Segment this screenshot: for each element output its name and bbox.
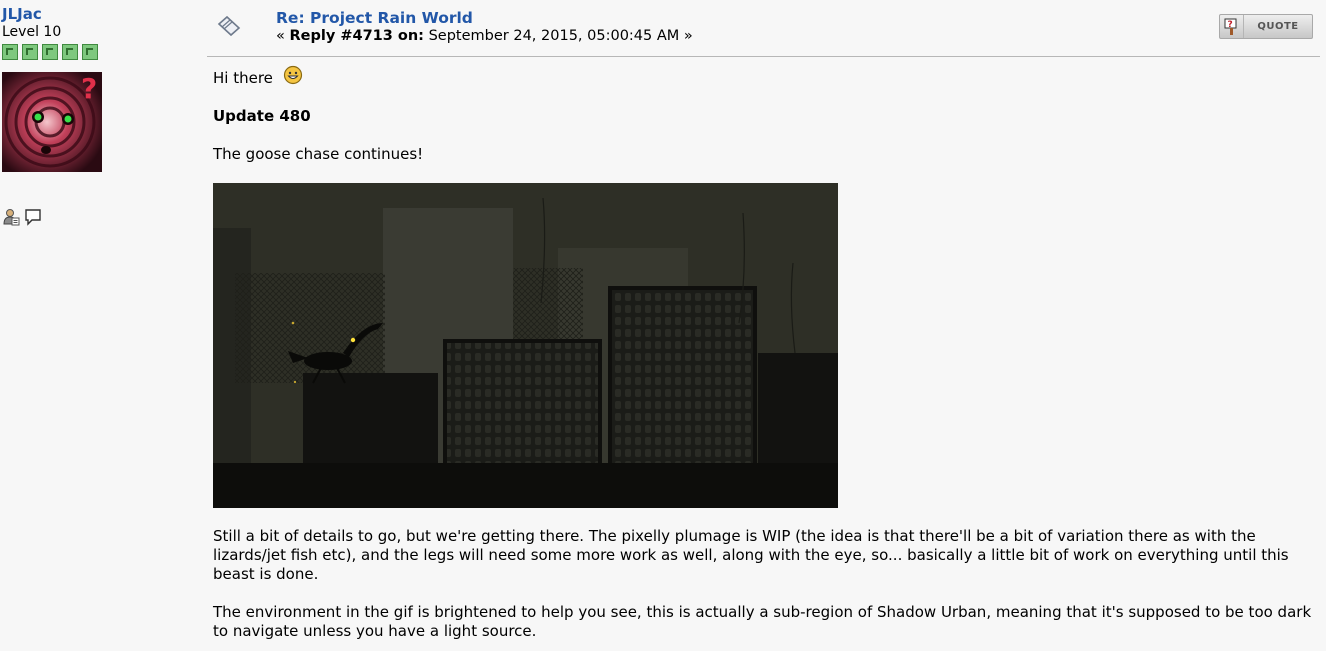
star-icon <box>62 44 78 60</box>
post-icon <box>217 15 241 37</box>
intro-text: The goose chase continues! <box>213 145 424 163</box>
rank-stars <box>2 44 192 60</box>
update-heading: Update 480 <box>213 107 311 125</box>
author-panel: JLJac Level 10 ? <box>2 6 192 226</box>
author-name-link[interactable]: JLJac <box>2 6 192 23</box>
meta-close-quote: » <box>683 28 693 44</box>
star-icon <box>2 44 18 60</box>
greeting-line: Hi there <box>213 65 303 88</box>
star-icon <box>42 44 58 60</box>
star-icon <box>82 44 98 60</box>
smiley-icon <box>283 65 303 84</box>
game-gif-image <box>213 183 838 508</box>
post-title-link[interactable]: Re: Project Rain World <box>276 8 473 28</box>
post-meta: « Reply #4713 on: September 24, 2015, 05… <box>276 27 693 45</box>
star-icon <box>22 44 38 60</box>
pm-icon[interactable] <box>24 208 42 226</box>
body-paragraph-1: Still a bit of details to go, but we're … <box>213 527 1289 583</box>
quote-button[interactable]: ? QUOTE <box>1219 14 1313 39</box>
post-date: September 24, 2015, 05:00:45 AM <box>428 28 680 44</box>
author-rank: Level 10 <box>2 24 62 40</box>
header-divider <box>207 56 1320 57</box>
reply-label: Reply #4713 on: <box>289 28 424 44</box>
quote-icon: ? <box>1220 15 1244 38</box>
svg-text:?: ? <box>81 72 97 105</box>
quote-button-label: QUOTE <box>1257 21 1299 32</box>
profile-actions <box>2 208 192 226</box>
avatar: ? <box>2 72 102 172</box>
greeting-text: Hi there <box>213 69 273 87</box>
meta-open-quote: « <box>276 28 285 44</box>
body-paragraph-2: The environment in the gif is brightened… <box>213 603 1312 640</box>
profile-icon[interactable] <box>2 208 20 226</box>
